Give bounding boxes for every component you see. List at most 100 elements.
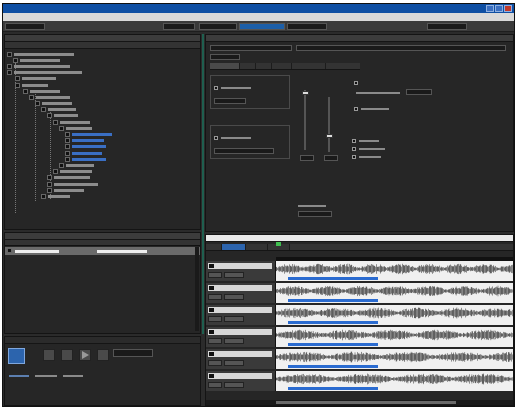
track-header [206, 261, 276, 281]
tab-5[interactable] [292, 63, 326, 69]
track[interactable] [206, 349, 513, 369]
tree-node-label [72, 145, 106, 149]
waveform-clip[interactable] [276, 327, 513, 347]
waveform-clip[interactable] [276, 371, 513, 391]
waveform [276, 307, 513, 319]
waveform-clip[interactable] [276, 261, 513, 281]
panel-divider[interactable] [202, 34, 204, 334]
tree-node-icon [23, 88, 28, 94]
channel-type-field[interactable] [210, 54, 240, 60]
close-button[interactable] [504, 5, 512, 12]
track-control[interactable] [224, 338, 244, 344]
option-checkbox[interactable] [354, 107, 358, 111]
option-label [356, 92, 400, 94]
track-mode-select[interactable] [208, 316, 222, 322]
waveform-clip[interactable] [276, 305, 513, 325]
fader-2-knob[interactable] [326, 134, 333, 138]
fader-1[interactable] [302, 90, 309, 150]
fader-1-value[interactable] [300, 155, 314, 161]
waveform-path [276, 263, 513, 275]
waveform-path [276, 373, 513, 385]
play-button[interactable] [79, 349, 91, 361]
track-name[interactable] [208, 263, 272, 269]
toolbar-field-2[interactable] [163, 23, 195, 30]
track[interactable] [206, 261, 513, 281]
channel-name-field[interactable] [210, 45, 292, 51]
tree-node-icon [13, 57, 18, 63]
toolbar-field-6[interactable] [427, 23, 467, 30]
option-select[interactable] [406, 89, 432, 95]
option-checkbox[interactable] [352, 139, 356, 143]
playhead-marker[interactable] [276, 242, 281, 246]
toolbar-field-1[interactable] [5, 23, 45, 30]
minimize-button[interactable] [486, 5, 494, 12]
tab-1[interactable] [210, 63, 240, 69]
maximize-button[interactable] [495, 5, 503, 12]
toolbar-field-5[interactable] [287, 23, 327, 30]
tab-4[interactable] [272, 63, 292, 69]
fader-2[interactable] [326, 97, 333, 152]
clip-list-header [5, 233, 200, 240]
fader-1-knob[interactable] [302, 91, 309, 95]
option-checkbox[interactable] [354, 81, 358, 85]
record-button[interactable] [8, 348, 25, 364]
track-control[interactable] [224, 382, 244, 388]
pause-button[interactable] [61, 349, 73, 361]
tree-node-label [66, 126, 92, 130]
clip-list-scrollbar[interactable] [195, 247, 199, 331]
waveform-clip[interactable] [276, 283, 513, 303]
option-checkbox[interactable] [352, 155, 356, 159]
waveform-clip[interactable] [276, 349, 513, 369]
option-checkbox[interactable] [214, 86, 218, 90]
toolbar-field-4[interactable] [239, 23, 285, 30]
option-label [361, 108, 389, 110]
tab-2[interactable] [240, 63, 256, 69]
stop-button[interactable] [43, 349, 55, 361]
track-name[interactable] [208, 307, 272, 313]
track-name[interactable] [208, 373, 272, 379]
tab-1[interactable] [206, 244, 222, 250]
track-mode-select[interactable] [208, 382, 222, 388]
track-name[interactable] [208, 329, 272, 335]
track-control[interactable] [224, 360, 244, 366]
tree-node-label [72, 157, 106, 161]
timeline-scroll-thumb[interactable] [276, 401, 456, 404]
option-select[interactable] [214, 98, 246, 104]
tree-node-label [30, 89, 60, 93]
option-checkbox[interactable] [352, 147, 356, 151]
track-name[interactable] [208, 285, 272, 291]
timeline-scrollbar[interactable] [206, 400, 513, 405]
channel-path-field[interactable] [296, 45, 506, 51]
tree-node-label [20, 58, 60, 62]
track[interactable] [206, 305, 513, 325]
tab-3[interactable] [256, 63, 272, 69]
option-field[interactable] [298, 211, 332, 217]
track[interactable] [206, 283, 513, 303]
list-item[interactable] [5, 247, 200, 255]
track-mode-select[interactable] [208, 272, 222, 278]
tree-node-icon [65, 138, 70, 144]
tree-node-icon [15, 82, 20, 88]
tree-node-label [72, 139, 104, 143]
fader-2-value[interactable] [324, 155, 338, 161]
option-checkbox[interactable] [214, 136, 218, 140]
waveform [276, 373, 513, 385]
tree-node-label [60, 170, 92, 174]
track-mode-select[interactable] [208, 360, 222, 366]
track-name[interactable] [208, 351, 272, 357]
fast-forward-button[interactable] [97, 349, 109, 361]
track-mode-select[interactable] [208, 338, 222, 344]
tree-row[interactable] [41, 193, 198, 199]
option-field[interactable] [214, 148, 274, 154]
track[interactable] [206, 371, 513, 391]
tab-2[interactable] [222, 244, 246, 250]
transport-time-field[interactable] [113, 349, 153, 357]
track-control[interactable] [224, 316, 244, 322]
clip-filename-bar [288, 343, 378, 346]
track-control[interactable] [224, 272, 244, 278]
tab-3[interactable] [246, 244, 268, 250]
track[interactable] [206, 327, 513, 347]
track-control[interactable] [224, 294, 244, 300]
toolbar-field-3[interactable] [199, 23, 237, 30]
track-mode-select[interactable] [208, 294, 222, 300]
